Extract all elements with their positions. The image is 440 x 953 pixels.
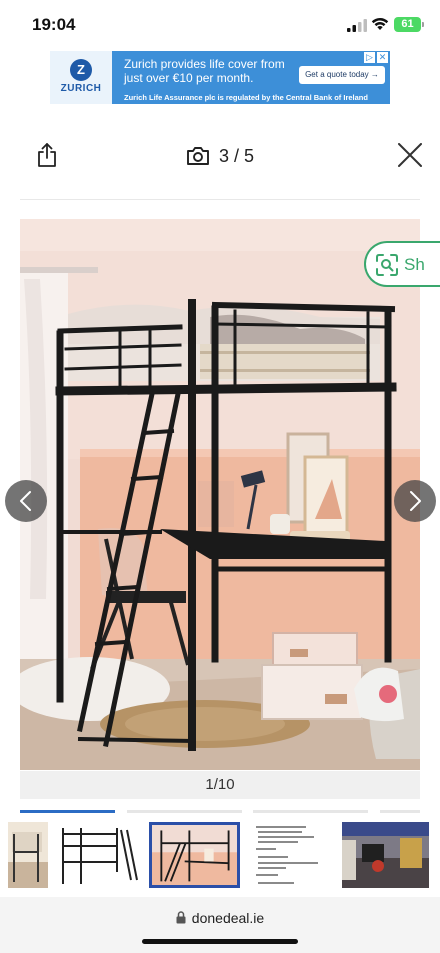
ad-close-icon[interactable]: ✕ xyxy=(377,52,388,63)
share-icon[interactable] xyxy=(36,143,58,167)
next-image-button[interactable] xyxy=(394,480,436,522)
thumbnail-desk-room[interactable] xyxy=(342,822,429,888)
header-divider xyxy=(20,199,420,200)
wifi-icon xyxy=(371,18,389,30)
status-bar: 19:04 61 xyxy=(0,0,440,48)
status-time: 19:04 xyxy=(32,15,76,34)
ad-banner[interactable]: Z ZURICH Zurich provides life cover from… xyxy=(50,51,390,104)
ad-headline: Zurich provides life cover from just ove… xyxy=(124,57,285,85)
thumbnail-room-photo[interactable] xyxy=(8,822,48,888)
page-indicator: 1/10 xyxy=(20,771,420,799)
signal-icon xyxy=(347,19,367,32)
ad-brand: ZURICH xyxy=(60,83,102,94)
ad-logo: Z ZURICH xyxy=(50,51,112,104)
thumbnail-bed-room-active[interactable] xyxy=(149,822,240,888)
visual-search-button[interactable]: Sh xyxy=(364,241,440,287)
chevron-left-icon xyxy=(20,491,31,511)
thumbnail-indicator-active xyxy=(20,810,115,813)
battery-icon: 61 xyxy=(394,17,424,32)
browser-url-bar[interactable]: donedeal.ie xyxy=(0,897,440,953)
home-indicator[interactable] xyxy=(142,939,298,944)
ad-cta-button[interactable]: Get a quote today → xyxy=(299,66,385,84)
chevron-right-icon xyxy=(410,491,421,511)
thumbnail-indicator xyxy=(127,810,242,813)
url-display[interactable]: donedeal.ie xyxy=(0,910,440,926)
ad-choices[interactable]: ▷ ✕ xyxy=(364,52,388,63)
thumbnail-spec-sheet[interactable] xyxy=(252,822,337,888)
close-icon[interactable] xyxy=(398,143,422,167)
camera-icon xyxy=(187,147,209,165)
thumbnail-bed-frame[interactable] xyxy=(55,822,140,888)
thumbnail-indicator xyxy=(253,810,368,813)
adchoices-icon[interactable]: ▷ xyxy=(364,52,375,63)
previous-image-button[interactable] xyxy=(5,480,47,522)
thumbnail-indicator xyxy=(380,810,420,813)
image-counter: 3 / 5 xyxy=(186,144,254,168)
lens-icon xyxy=(376,254,398,276)
zurich-logo-icon: Z xyxy=(70,59,92,81)
thumbnail-strip[interactable] xyxy=(0,810,440,890)
lens-label: Sh xyxy=(404,255,425,274)
listing-photo[interactable] xyxy=(20,219,420,770)
ad-footer: Zurich Life Assurance plc is regulated b… xyxy=(124,93,368,102)
counter-text: 3 / 5 xyxy=(219,145,255,166)
lock-icon xyxy=(176,911,186,924)
url-text: donedeal.ie xyxy=(191,910,265,926)
